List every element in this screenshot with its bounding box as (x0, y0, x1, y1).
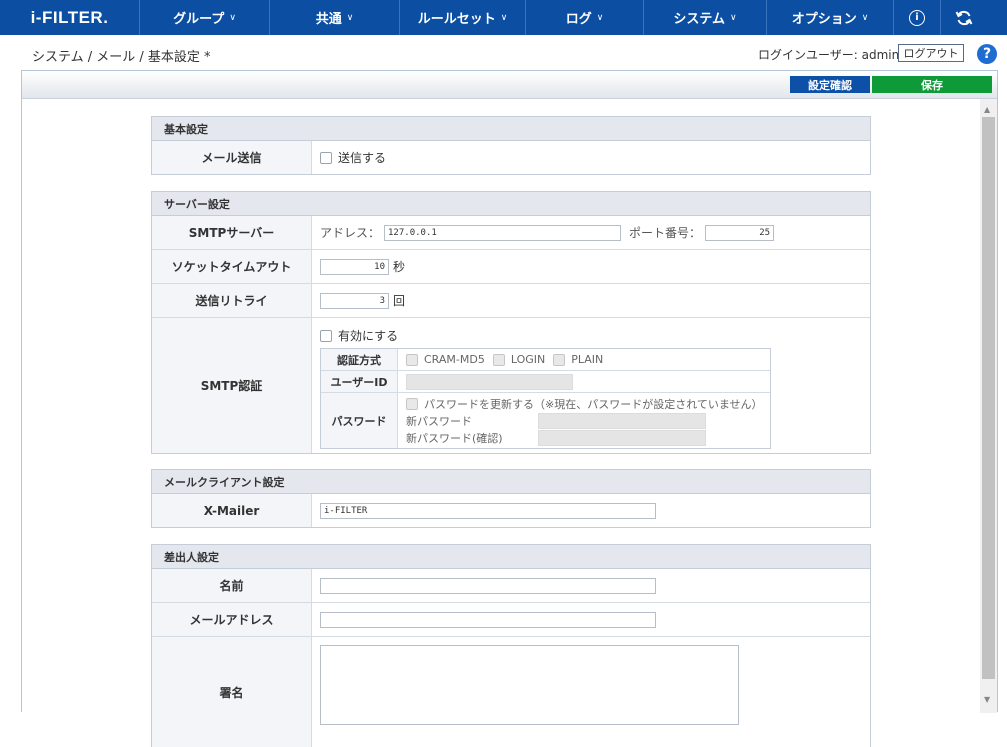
chevron-down-icon: ∨ (500, 12, 508, 23)
plain-label: PLAIN (571, 353, 604, 366)
breadcrumb: システム / メール / 基本設定 * (32, 50, 211, 65)
nav-item-group[interactable]: グループ ∨ (140, 0, 270, 35)
logout-button[interactable]: ログアウト (898, 44, 964, 62)
chevron-down-icon: ∨ (861, 12, 869, 23)
nav-item-common[interactable]: 共通 ∨ (270, 0, 400, 35)
plain-checkbox[interactable] (553, 353, 566, 366)
timeout-unit: 秒 (393, 260, 406, 274)
row-label: SMTPサーバー (152, 216, 312, 249)
row-label: メール送信 (152, 141, 312, 174)
smtp-address-input[interactable]: 127.0.0.1 (384, 224, 622, 241)
save-button[interactable]: 保存 (872, 76, 992, 93)
row-label: X-Mailer (152, 494, 312, 527)
mail-send-option-label: 送信する (338, 151, 387, 165)
sender-email-input[interactable] (320, 611, 656, 628)
section-server: サーバー設定 SMTPサーバー アドレス： 127.0.0.1 ポート番号： 2… (151, 191, 871, 454)
new-password-label: 新パスワード (406, 414, 472, 428)
scroll-down-icon[interactable]: ▼ (984, 695, 990, 704)
logo[interactable]: i-FILTER. (0, 0, 140, 35)
password-label: パスワード (321, 393, 398, 448)
nav-item-label: システム (673, 12, 726, 27)
auth-method-label: 認証方式 (321, 349, 398, 370)
x-mailer-input[interactable]: i-FILTER (320, 502, 656, 519)
row-sender-email: メールアドレス (152, 603, 870, 637)
row-label: ソケットタイムアウト (152, 250, 312, 283)
nav-item-log[interactable]: ログ ∨ (526, 0, 644, 35)
toolbar: 設定確認 保存 (22, 71, 997, 99)
address-label: アドレス： (320, 226, 381, 240)
sender-name-input[interactable] (320, 577, 656, 594)
new-password-input[interactable] (538, 412, 706, 429)
section-title: メールクライアント設定 (152, 470, 870, 494)
nav-item-option[interactable]: オプション ∨ (767, 0, 893, 35)
section-title: 差出人設定 (152, 545, 870, 569)
port-label: ポート番号： (629, 226, 702, 240)
cram-md5-label: CRAM-MD5 (424, 353, 485, 366)
info-button[interactable]: i (893, 0, 940, 35)
new-password-confirm-input[interactable] (538, 429, 706, 446)
row-label: 署名 (152, 637, 312, 747)
row-label: 送信リトライ (152, 284, 312, 317)
info-icon: i (909, 9, 925, 26)
smtp-auth-table: 認証方式 CRAM-MD5 LOGIN PLAIN ユーザーID パスワード パ… (320, 348, 771, 449)
nav-item-label: 共通 (315, 12, 342, 27)
refresh-button[interactable] (940, 0, 987, 35)
smtp-auth-enable-checkbox[interactable] (320, 329, 332, 342)
row-send-retry: 送信リトライ 3 回 (152, 284, 870, 318)
row-socket-timeout: ソケットタイムアウト 10 秒 (152, 250, 870, 284)
password-update-checkbox[interactable] (406, 397, 418, 410)
section-basic: 基本設定 メール送信 送信する (151, 116, 871, 175)
row-sender-name: 名前 (152, 569, 870, 603)
scrollbar[interactable]: ▲ ▼ (980, 99, 997, 713)
smtp-port-input[interactable]: 25 (705, 224, 775, 241)
chevron-down-icon: ∨ (229, 12, 236, 23)
retry-unit: 回 (393, 294, 406, 308)
row-x-mailer: X-Mailer i-FILTER (152, 494, 870, 527)
section-sender: 差出人設定 名前 メールアドレス 署名 (151, 544, 871, 747)
signature-textarea[interactable] (320, 645, 739, 725)
nav-item-label: ルールセット (417, 12, 496, 27)
nav-item-system[interactable]: システム ∨ (644, 0, 767, 35)
mail-send-checkbox[interactable] (320, 151, 332, 164)
user-id-label: ユーザーID (321, 371, 398, 392)
section-title: サーバー設定 (152, 192, 870, 216)
top-nav: i-FILTER. グループ ∨ 共通 ∨ ルールセット ∨ ログ ∨ システム ∨ オプ… (0, 0, 1007, 35)
scrollbar-thumb[interactable] (982, 117, 995, 679)
row-smtp-server: SMTPサーバー アドレス： 127.0.0.1 ポート番号： 25 (152, 216, 870, 250)
confirm-settings-button[interactable]: 設定確認 (790, 76, 870, 93)
new-password-confirm-label: 新パスワード(確認) (406, 431, 503, 445)
smtp-auth-enable-label: 有効にする (338, 329, 399, 343)
chevron-down-icon: ∨ (730, 12, 737, 23)
help-icon[interactable]: ? (977, 44, 997, 64)
row-signature: 署名 (152, 637, 870, 747)
section-title: 基本設定 (152, 117, 870, 141)
scroll-up-icon[interactable]: ▲ (984, 105, 990, 114)
cram-md5-checkbox[interactable] (406, 353, 418, 366)
login-checkbox[interactable] (492, 353, 505, 366)
chevron-down-icon: ∨ (596, 12, 604, 23)
row-mail-send: メール送信 送信する (152, 141, 870, 174)
row-label: メールアドレス (152, 603, 312, 636)
nav-item-ruleset[interactable]: ルールセット ∨ (400, 0, 526, 35)
user-id-input[interactable] (406, 373, 573, 390)
row-label: 名前 (152, 569, 312, 602)
send-retry-input[interactable]: 3 (320, 292, 389, 309)
socket-timeout-input[interactable]: 10 (320, 258, 389, 275)
main-panel: 設定確認 保存 ▲ ▼ 基本設定 メール送信 送信する サーバー設定 SMTPサ… (21, 70, 998, 747)
login-method-label: LOGIN (510, 353, 546, 366)
nav-item-label: オプション (791, 12, 857, 27)
refresh-icon (955, 10, 973, 25)
section-mail-client: メールクライアント設定 X-Mailer i-FILTER (151, 469, 871, 528)
header-bar: システム / メール / 基本設定 * ログインユーザー: admin ログアウ… (0, 35, 1007, 70)
login-user: ログインユーザー: admin (758, 48, 900, 62)
nav-item-label: ログ (565, 12, 592, 27)
row-label: SMTP認証 (152, 318, 312, 453)
row-smtp-auth: SMTP認証 有効にする 認証方式 CRAM-MD5 LOGIN PLAIN ユ… (152, 318, 870, 453)
password-update-label: パスワードを更新する（※現在、パスワードが設定されていません） (424, 397, 763, 411)
nav-item-label: グループ (173, 12, 225, 27)
chevron-down-icon: ∨ (346, 12, 354, 23)
